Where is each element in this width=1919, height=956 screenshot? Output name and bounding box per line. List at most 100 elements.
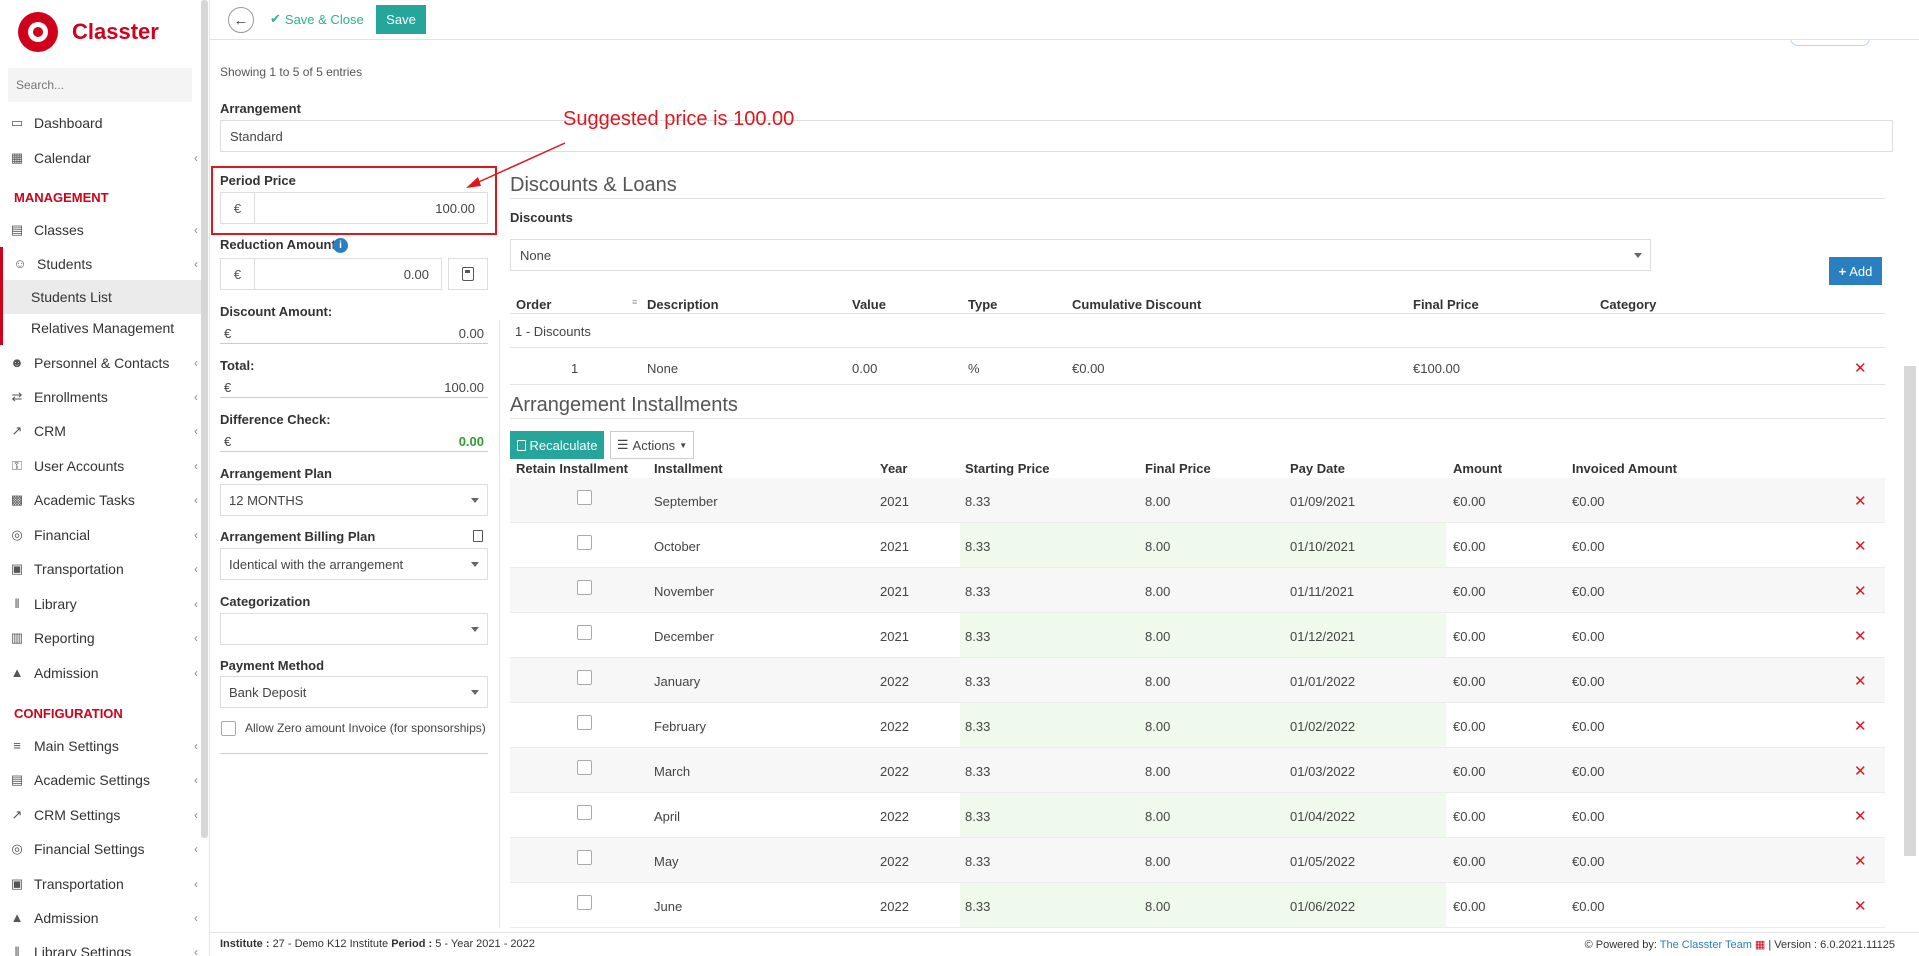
installment-cell-date: 01/11/2021 [1290,584,1355,599]
retain-installment-checkbox[interactable] [577,895,592,910]
sidebar-item-enrollments[interactable]: ⇄ Enrollments ‹ [0,380,202,414]
reduction-amount-input[interactable]: € 0.00 [220,258,442,290]
back-button[interactable]: ← [228,7,254,33]
info-icon[interactable]: i [333,238,348,253]
sidebar-item-main-settings[interactable]: ≡ Main Settings ‹ [0,729,202,763]
delete-icon[interactable]: ✕ [1854,537,1867,555]
sidebar-item-academic-settings[interactable]: ▤ Academic Settings ‹ [0,763,202,797]
printer-icon: ▥ [10,630,24,645]
billing-plan-select[interactable]: Identical with the arrangement [220,548,488,580]
installment-cell-final: 8.00 [1145,719,1171,734]
delete-icon[interactable]: ✕ [1854,582,1867,600]
powered-by-label: Powered by: [1595,939,1657,951]
sidebar-item-crm-settings[interactable]: ↗ CRM Settings ‹ [0,798,202,832]
calculator-button[interactable] [448,258,488,290]
calculator-icon [462,267,474,281]
sidebar-item-relatives-management[interactable]: Relatives Management [0,311,202,345]
app-logo[interactable]: Classter [18,10,159,54]
sidebar-item-classes[interactable]: ▤ Classes ‹ [0,213,202,247]
retain-installment-checkbox[interactable] [577,490,592,505]
sidebar-item-reporting[interactable]: ▥ Reporting ‹ [0,621,202,655]
sort-icon[interactable]: ≡ [632,297,637,307]
discounts-select[interactable]: None [510,239,1651,271]
retain-installment-checkbox[interactable] [577,850,592,865]
sidebar-item-financial[interactable]: ◎ Financial ‹ [0,518,202,552]
sidebar-item-academic-tasks[interactable]: ▩ Academic Tasks ‹ [0,483,202,517]
sidebar-item-transportation[interactable]: ▣ Transportation ‹ [0,552,202,586]
discount-cell-order: 1 [571,361,579,376]
sidebar-item-label: CRM Settings [34,807,121,823]
sidebar-scrollbar[interactable] [201,0,208,838]
period-price-input[interactable]: € 100.00 [220,192,488,224]
sidebar-search-input[interactable] [8,68,192,102]
plus-icon: + [1838,263,1847,279]
discount-header-category[interactable]: Category [1600,297,1656,312]
categorization-select[interactable] [220,613,488,645]
installment-row [510,613,1885,658]
discount-header-cumulative-discount[interactable]: Cumulative Discount [1072,297,1201,312]
sidebar-item-library-settings[interactable]: ‖ Library Settings ‹ [0,935,202,956]
discount-header-final-price[interactable]: Final Price [1413,297,1479,312]
sidebar-item-user-accounts[interactable]: ⚿ User Accounts ‹ [0,449,202,483]
classter-team-link[interactable]: The Classter Team [1660,939,1752,951]
payment-method-select[interactable]: Bank Deposit [220,676,488,708]
delete-icon[interactable]: ✕ [1854,359,1867,377]
installment-cell-year: 2022 [880,764,909,779]
arrangement-plan-select[interactable]: 12 MONTHS [220,484,488,516]
sidebar-item-students[interactable]: ☺ Students ‹ [0,247,202,281]
sidebar-item-library[interactable]: ‖ Library ‹ [0,587,202,621]
sidebar-item-crm[interactable]: ↗ CRM ‹ [0,414,202,448]
sidebar-item-dashboard[interactable]: ▭ Dashboard [0,106,202,140]
save-button[interactable]: Save [376,5,426,34]
installment-cell-invoiced: €0.00 [1572,674,1605,689]
delete-icon[interactable]: ✕ [1854,627,1867,645]
delete-icon[interactable]: ✕ [1854,492,1867,510]
main-scrollbar[interactable] [1904,366,1916,856]
delete-icon[interactable]: ✕ [1854,852,1867,870]
installment-cell-start: 8.33 [965,584,991,599]
discount-header-description[interactable]: Description [647,297,719,312]
sidebar-item-calendar[interactable]: ▦ Calendar ‹ [0,141,202,175]
retain-installment-checkbox[interactable] [577,535,592,550]
retain-installment-checkbox[interactable] [577,760,592,775]
delete-icon[interactable]: ✕ [1854,897,1867,915]
installment-cell-final: 8.00 [1145,584,1171,599]
library-icon: ‖ [14,944,20,956]
discount-header-value[interactable]: Value [852,297,886,312]
installment-header-starting-price[interactable]: Starting Price [965,461,1050,476]
copyright-icon: © [1584,939,1593,951]
delete-icon[interactable]: ✕ [1854,807,1867,825]
sidebar-item-admission[interactable]: ▲ Admission ‹ [0,901,202,935]
calculator-small-icon[interactable] [473,530,483,542]
installment-header-amount[interactable]: Amount [1453,461,1502,476]
add-discount-button[interactable]: + Add [1829,257,1882,285]
discount-header-order[interactable]: Order [516,297,551,312]
retain-installment-checkbox[interactable] [577,805,592,820]
retain-installment-checkbox[interactable] [577,715,592,730]
sidebar-item-financial-settings[interactable]: ◎ Financial Settings ‹ [0,832,202,866]
sidebar-item-students-list[interactable]: Students List [0,280,202,314]
installment-header-final-price[interactable]: Final Price [1145,461,1211,476]
delete-icon[interactable]: ✕ [1854,672,1867,690]
arrow-left-icon: ← [233,11,249,29]
installment-header-year[interactable]: Year [880,461,907,476]
sidebar-item-personnel-contacts[interactable]: ☻ Personnel & Contacts ‹ [0,346,202,380]
actions-dropdown[interactable]: ☰ Actions ▼ [610,431,694,459]
discount-header-type[interactable]: Type [968,297,997,312]
sidebar-item-transportation[interactable]: ▣ Transportation ‹ [0,867,202,901]
installment-header-retain-installment[interactable]: Retain Installment [516,461,628,476]
retain-installment-checkbox[interactable] [577,625,592,640]
installment-header-invoiced-amount[interactable]: Invoiced Amount [1572,461,1677,476]
delete-icon[interactable]: ✕ [1854,717,1867,735]
recalculate-button[interactable]: Recalculate [510,431,604,459]
retain-installment-checkbox[interactable] [577,670,592,685]
delete-icon[interactable]: ✕ [1854,762,1867,780]
installment-header-pay-date[interactable]: Pay Date [1290,461,1345,476]
save-close-button[interactable]: ✔ Save & Close [270,11,364,27]
retain-installment-checkbox[interactable] [577,580,592,595]
installment-header-installment[interactable]: Installment [654,461,723,476]
allow-zero-checkbox[interactable] [221,721,236,736]
sidebar-item-admission[interactable]: ▲ Admission ‹ [0,656,202,690]
classes-icon: ▤ [10,222,24,237]
chevron-left-icon: ‹ [194,390,198,404]
